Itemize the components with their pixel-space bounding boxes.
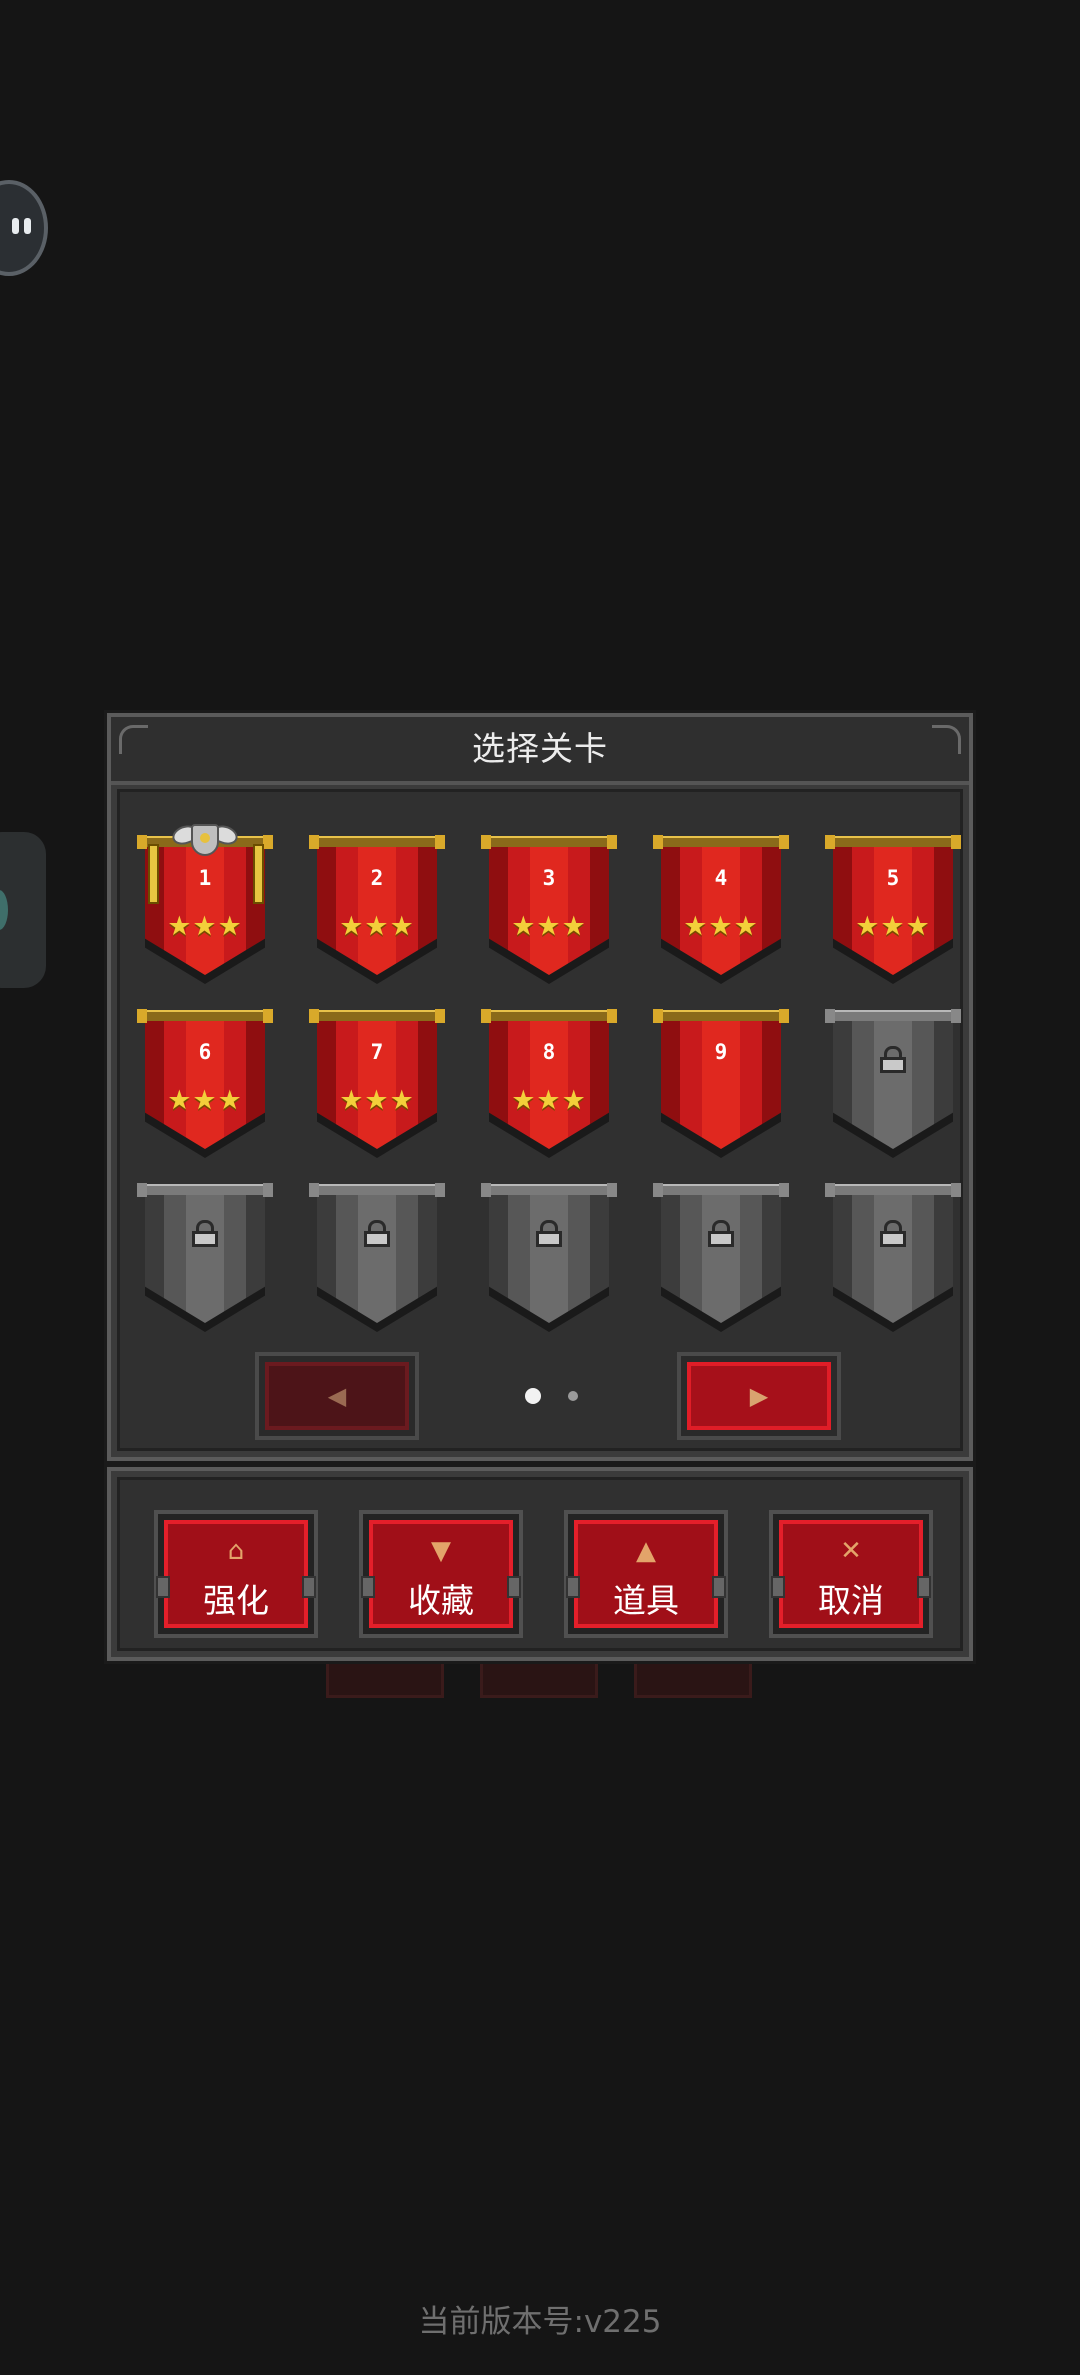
lock-icon (190, 1220, 220, 1247)
level-number: 8 (542, 1040, 556, 1064)
dialog-title: 选择关卡 (472, 729, 608, 768)
arrow-right-icon: ▶ (749, 1382, 769, 1410)
level-stars: ★★★ (339, 1085, 415, 1116)
level-banner-9[interactable]: 9 (653, 1009, 789, 1160)
banner-rod (825, 1009, 961, 1023)
upgrade-icon: ⌂ (227, 1536, 245, 1566)
version-label: 当前版本号:v225 (418, 2304, 662, 2340)
upgrade-label: 强化 (203, 1581, 269, 1620)
level-banner-locked (481, 1183, 617, 1334)
banner-rod (309, 835, 445, 849)
arrow-left-icon: ◀ (327, 1382, 347, 1410)
level-stars: ★★★ (511, 1085, 587, 1116)
dialog-header: 选择关卡 (111, 717, 969, 785)
level-banner-2[interactable]: 2 ★★★ (309, 835, 445, 986)
side-drawer-handle[interactable] (0, 832, 46, 988)
banner-rod (825, 835, 961, 849)
prev-page-button[interactable]: ◀ (255, 1352, 419, 1440)
level-number: 4 (714, 866, 728, 890)
level-banner-3[interactable]: 3 ★★★ (481, 835, 617, 986)
lock-icon (878, 1046, 908, 1073)
page-indicator-dot (568, 1391, 578, 1401)
banner-rod (137, 1183, 273, 1197)
collection-button[interactable]: ▼ 收藏 (359, 1510, 523, 1638)
level-banner-7[interactable]: 7 ★★★ (309, 1009, 445, 1160)
lock-icon (706, 1220, 736, 1247)
upgrade-button[interactable]: ⌂ 强化 (154, 1510, 318, 1638)
cancel-label: 取消 (818, 1581, 884, 1620)
level-number: 7 (370, 1040, 384, 1064)
level-number: 2 (370, 866, 384, 890)
level-banner-locked (825, 1183, 961, 1334)
items-label: 道具 (613, 1581, 679, 1620)
banner-rod (653, 1183, 789, 1197)
items-button[interactable]: ▲ 道具 (564, 1510, 728, 1638)
level-number: 5 (886, 866, 900, 890)
level-grid: 1 ★★★ 2 ★★★ 3 ★★★ 4 ★★★ 5 ★★★ 6 ★★★ 7 ★★★ 8 ★★★ 9 ◀ ▶ (117, 789, 963, 1451)
level-select-dialog: 选择关卡 1 ★★★ 2 ★★★ 3 ★★★ 4 ★★★ 5 ★★★ 6 ★★★ 7 ★★★ 8 ★★★ 9 ◀… (104, 710, 976, 1464)
level-stars: ★★★ (167, 911, 243, 942)
level-banner-5[interactable]: 5 ★★★ (825, 835, 961, 986)
potion-icon: ▲ (636, 1536, 656, 1566)
action-toolbar: ⌂ 强化 ▼ 收藏 ▲ 道具 ✕ 取消 (104, 1464, 976, 1664)
trophy-icon: ▼ (431, 1536, 451, 1566)
lock-icon (878, 1220, 908, 1247)
level-banner-locked (137, 1183, 273, 1334)
banner-rod (653, 835, 789, 849)
level-banner-4[interactable]: 4 ★★★ (653, 835, 789, 986)
face-icon (12, 218, 38, 240)
banner-rod (481, 1183, 617, 1197)
level-banner-locked (825, 1009, 961, 1160)
page-indicator-dot-active (525, 1388, 541, 1404)
level-stars: ★★★ (339, 911, 415, 942)
collection-label: 收藏 (408, 1581, 474, 1620)
level-stars: ★★★ (855, 911, 931, 942)
level-stars: ★★★ (683, 911, 759, 942)
banner-rod (481, 1009, 617, 1023)
level-stars: ★★★ (511, 911, 587, 942)
level-number: 3 (542, 866, 556, 890)
close-icon: ✕ (840, 1536, 862, 1566)
banner-rod (309, 1183, 445, 1197)
lock-icon (362, 1220, 392, 1247)
level-banner-8[interactable]: 8 ★★★ (481, 1009, 617, 1160)
level-banner-1[interactable]: 1 ★★★ (137, 822, 273, 986)
level-banner-6[interactable]: 6 ★★★ (137, 1009, 273, 1160)
banner-rod (481, 835, 617, 849)
lock-icon (534, 1220, 564, 1247)
level-banner-locked (653, 1183, 789, 1334)
banner-rod (137, 1009, 273, 1023)
banner-rod (825, 1183, 961, 1197)
banner-rod (653, 1009, 789, 1023)
level-number: 9 (714, 1040, 728, 1064)
cancel-button[interactable]: ✕ 取消 (769, 1510, 933, 1638)
level-stars: ★★★ (167, 1085, 243, 1116)
level-number: 6 (198, 1040, 212, 1064)
level-number: 1 (198, 866, 212, 890)
next-page-button[interactable]: ▶ (677, 1352, 841, 1440)
level-banner-locked (309, 1183, 445, 1334)
banner-rod (309, 1009, 445, 1023)
floating-assistant-bubble[interactable] (0, 180, 48, 276)
current-level-helmet-icon (169, 820, 241, 860)
